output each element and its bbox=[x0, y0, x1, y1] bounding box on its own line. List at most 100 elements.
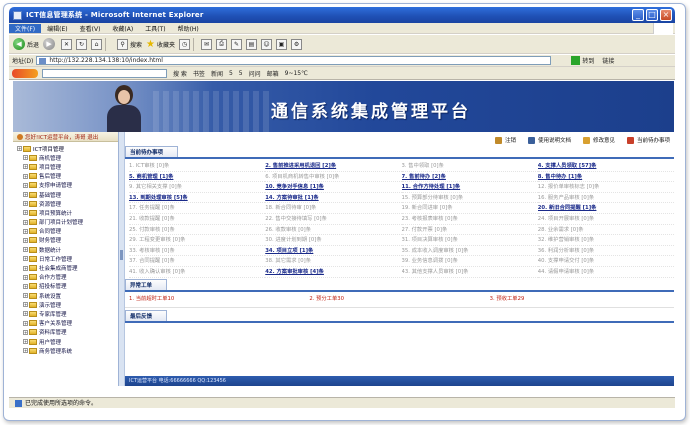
todo-item[interactable]: 5. 商机管理 [1]条 bbox=[129, 172, 266, 183]
expand-icon[interactable]: + bbox=[23, 228, 28, 234]
expand-icon[interactable]: + bbox=[23, 265, 28, 271]
sidebar-item[interactable]: + ICT项目管理 bbox=[17, 144, 118, 153]
todo-item[interactable]: 28. 业余需求 [0]条 bbox=[537, 225, 674, 236]
expand-icon[interactable]: + bbox=[23, 210, 28, 216]
expand-icon[interactable]: + bbox=[23, 173, 28, 179]
expand-icon[interactable]: + bbox=[23, 274, 28, 280]
todo-item[interactable]: 23. 考核报表审核 [0]条 bbox=[401, 214, 538, 225]
todo-item[interactable]: 44. 请假申请审核 [0]条 bbox=[537, 267, 674, 278]
expand-icon[interactable]: + bbox=[23, 155, 28, 161]
help-doc-link[interactable]: 使用说明文档 bbox=[527, 136, 571, 144]
todo-item[interactable]: 30. 进度计划到期 [0]条 bbox=[265, 235, 402, 246]
menu-file[interactable]: 文件(F) bbox=[9, 23, 42, 33]
window-titlebar[interactable]: ICT信息管理系统 - Microsoft Internet Explorer … bbox=[9, 7, 675, 23]
toolbar-item-3[interactable]: 5 bbox=[229, 70, 233, 77]
expand-icon[interactable]: + bbox=[23, 311, 28, 317]
refresh-icon[interactable]: ↻ bbox=[76, 38, 88, 50]
sidebar-item[interactable]: + 系统设置 bbox=[17, 291, 118, 300]
expand-icon[interactable]: + bbox=[23, 182, 28, 188]
tab-feedback[interactable]: 最后反馈 bbox=[125, 309, 168, 321]
sidebar-item[interactable]: + 商机管理 bbox=[17, 153, 118, 162]
todo-item[interactable]: 18. 新合同待审 [0]条 bbox=[265, 203, 402, 214]
todo-item[interactable]: 33. 考核审核 [0]条 bbox=[129, 246, 266, 257]
links-button[interactable]: 链接 bbox=[602, 56, 614, 65]
todo-item[interactable]: 20. 新旧合同提醒 [1]条 bbox=[537, 203, 674, 214]
todo-item[interactable]: 41. 收入确认审核 [0]条 bbox=[129, 267, 266, 278]
go-button[interactable]: 转到 bbox=[571, 56, 594, 65]
todo-item[interactable]: 25. 付款审核 [0]条 bbox=[129, 225, 266, 236]
close-button[interactable]: × bbox=[660, 9, 672, 21]
menu-tools[interactable]: 工具(T) bbox=[139, 24, 171, 33]
sidebar-item[interactable]: + 社会集成商管理 bbox=[17, 263, 118, 272]
todo-item[interactable]: 29. 工程变更审核 [0]条 bbox=[129, 235, 266, 246]
search-button[interactable]: ⚲ 搜索 bbox=[113, 38, 142, 50]
expand-icon[interactable]: + bbox=[23, 237, 28, 243]
todo-item[interactable]: 40. 支撑申请交付 [0]条 bbox=[537, 256, 674, 267]
sidebar-item[interactable]: + 数据统计 bbox=[17, 245, 118, 254]
todo-item[interactable]: 34. 项目立项 [1]条 bbox=[265, 246, 402, 257]
address-input[interactable]: http://132.228.134.138:10/index.html bbox=[36, 56, 552, 65]
toolbar-item-4[interactable]: 5 bbox=[239, 70, 243, 77]
sidebar-item[interactable]: + 商务管理系统 bbox=[17, 346, 118, 355]
toolbar-search-button[interactable]: 搜 索 bbox=[173, 69, 187, 78]
discuss-icon[interactable]: ▤ bbox=[246, 38, 258, 50]
sidebar-item[interactable]: + 基础管理 bbox=[17, 190, 118, 199]
todo-item[interactable]: 2. 售前推进采用机退回 [2]条 bbox=[265, 161, 402, 172]
todo-item[interactable]: 15. 预算部分待审核 [0]条 bbox=[401, 193, 538, 204]
todo-item[interactable]: 11. 合作方待处理 [1]条 bbox=[401, 182, 538, 193]
todo-item[interactable]: 39. 业务信息调拨 [0]条 bbox=[401, 256, 538, 267]
todo-item[interactable]: 21. 收款提醒 [0]条 bbox=[129, 214, 266, 225]
todo-item[interactable]: 22. 售中交接待填写 [0]条 bbox=[265, 214, 402, 225]
expand-icon[interactable]: + bbox=[23, 339, 28, 345]
expand-icon[interactable]: + bbox=[23, 164, 28, 170]
back-button[interactable]: ◀ 后退 bbox=[13, 38, 39, 50]
expand-icon[interactable]: + bbox=[23, 256, 28, 262]
todo-item[interactable]: 16. 服务产品审核 [0]条 bbox=[537, 193, 674, 204]
expand-icon[interactable]: + bbox=[23, 192, 28, 198]
research-icon[interactable]: ▣ bbox=[276, 38, 288, 50]
menu-help[interactable]: 帮助(H) bbox=[172, 24, 205, 33]
work-item[interactable]: 1. 当前超时工单10 bbox=[129, 295, 309, 304]
mailbox-button[interactable]: 邮箱 bbox=[267, 69, 279, 78]
todo-item[interactable]: 26. 收款审核 [0]条 bbox=[265, 225, 402, 236]
logout-link[interactable]: 注销 bbox=[494, 136, 516, 144]
expand-icon[interactable]: + bbox=[23, 293, 28, 299]
maximize-button[interactable]: □ bbox=[646, 9, 658, 21]
todo-item[interactable]: 38. 其它需求 [0]条 bbox=[265, 256, 402, 267]
minimize-button[interactable]: _ bbox=[632, 9, 644, 21]
todo-item[interactable]: 13. 到期处理审核 [5]条 bbox=[129, 193, 266, 204]
sidebar-item[interactable]: + 招投标管理 bbox=[17, 282, 118, 291]
todo-item[interactable]: 12. 报价单审核标志 [0]条 bbox=[537, 182, 674, 193]
sidebar-item[interactable]: + 用户管理 bbox=[17, 337, 118, 346]
todo-item[interactable]: 32. 维护营销审核 [0]条 bbox=[537, 235, 674, 246]
todo-item[interactable]: 3. 售中领取 [0]条 bbox=[401, 161, 538, 172]
todo-item[interactable]: 14. 方案待审批 [1]条 bbox=[265, 193, 402, 204]
menu-edit[interactable]: 编辑(E) bbox=[41, 24, 73, 33]
feedback-link[interactable]: 修改意见 bbox=[582, 136, 615, 144]
expand-icon[interactable]: + bbox=[23, 201, 28, 207]
todo-item[interactable]: 37. 合同提醒 [0]条 bbox=[129, 256, 266, 267]
expand-icon[interactable]: + bbox=[23, 320, 28, 326]
sidebar-item[interactable]: + 支撑申请管理 bbox=[17, 181, 118, 190]
work-item[interactable]: 2. 预分工单30 bbox=[309, 295, 489, 304]
todo-item[interactable]: 31. 项目决算审核 [0]条 bbox=[401, 235, 538, 246]
today-tasks-link[interactable]: 当前待办事项 bbox=[626, 136, 670, 144]
sidebar-item[interactable]: + 项目预算统计 bbox=[17, 208, 118, 217]
expand-icon[interactable]: + bbox=[23, 302, 28, 308]
history-icon[interactable]: ◷ bbox=[179, 38, 191, 50]
messenger-icon[interactable]: ☺ bbox=[261, 38, 273, 50]
toolbar-search-input[interactable] bbox=[42, 68, 167, 78]
splitter-handle[interactable] bbox=[120, 250, 123, 260]
todo-item[interactable]: 10. 竞争对手信息 [1]条 bbox=[265, 182, 402, 193]
todo-item[interactable]: 27. 付款开票 [0]条 bbox=[401, 225, 538, 236]
todo-item[interactable]: 6. 项目机商机转售中审核 [0]条 bbox=[265, 172, 402, 183]
home-icon[interactable]: ⌂ bbox=[91, 38, 103, 50]
sidebar-item[interactable]: + 资料库管理 bbox=[17, 328, 118, 337]
news-button[interactable]: 新闻 bbox=[211, 69, 223, 78]
expand-icon[interactable]: + bbox=[23, 329, 28, 335]
sidebar-item[interactable]: + 售后管理 bbox=[17, 172, 118, 181]
work-item[interactable]: 3. 预收工单29 bbox=[490, 295, 670, 304]
sidebar-user-text[interactable]: 您好!ICT运营平台，涛哥 退出 bbox=[25, 133, 98, 141]
sidebar-item[interactable]: + 专家库管理 bbox=[17, 309, 118, 318]
ask-button[interactable]: 问问 bbox=[249, 69, 261, 78]
